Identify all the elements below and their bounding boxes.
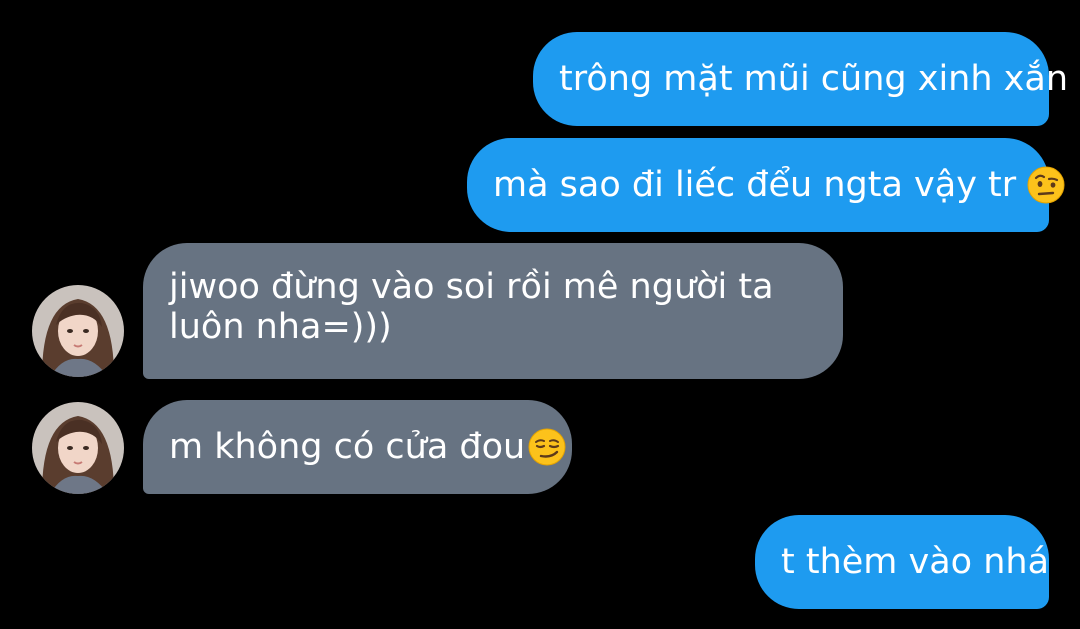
message-text: mà sao đi liếc đểu ngta vậy tr	[493, 165, 1017, 205]
avatar-photo	[32, 402, 124, 494]
raised-eyebrow-face-icon	[1027, 166, 1065, 204]
message-bubble-sent[interactable]: mà sao đi liếc đểu ngta vậy tr	[467, 138, 1065, 232]
contact-avatar[interactable]	[32, 402, 124, 494]
message-text: trông mặt mũi cũng xinh xắn	[559, 59, 1069, 99]
message-text: t thèm vào nhá	[781, 542, 1050, 582]
avatar-photo	[32, 285, 124, 377]
message-text: jiwoo đừng vào soi rồi mê người ta luôn …	[169, 267, 774, 347]
message-text: m không có cửa đou	[169, 427, 526, 467]
message-bubble-sent[interactable]: t thèm vào nhá	[755, 515, 1049, 609]
chat-thread: trông mặt mũi cũng xinh xắn mà sao đi li…	[0, 0, 1080, 629]
message-bubble-sent[interactable]: trông mặt mũi cũng xinh xắn	[533, 32, 1068, 126]
contact-avatar[interactable]	[32, 285, 124, 377]
message-bubble-received[interactable]: jiwoo đừng vào soi rồi mê người ta luôn …	[143, 243, 843, 379]
message-bubble-received[interactable]: m không có cửa đou	[143, 400, 572, 494]
smirking-face-icon	[528, 428, 566, 466]
